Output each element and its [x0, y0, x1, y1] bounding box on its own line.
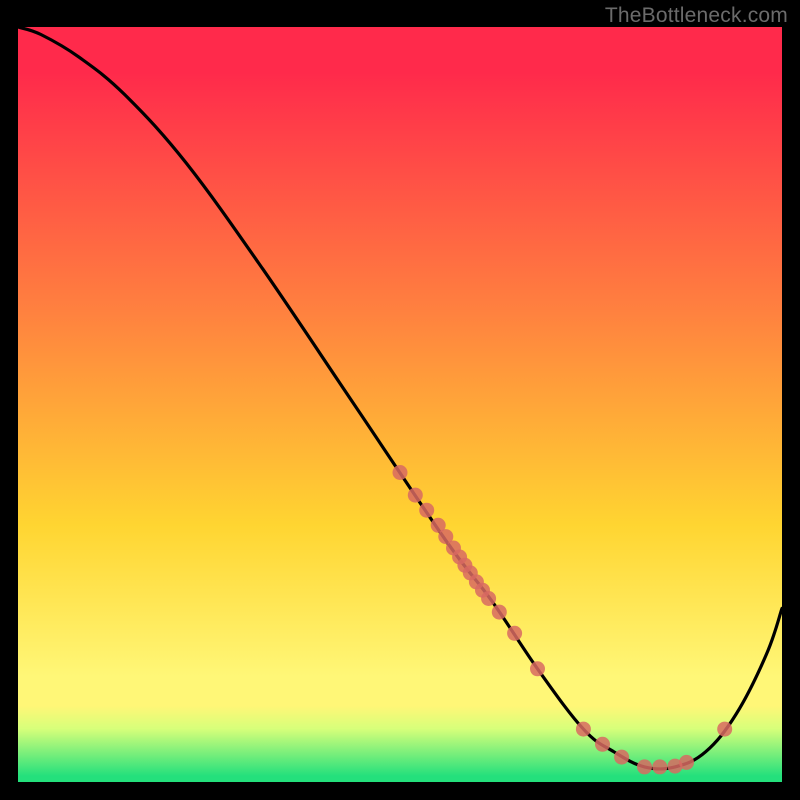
sample-dot: [530, 661, 545, 676]
sample-dot: [408, 488, 423, 503]
sample-dot: [614, 750, 629, 765]
sample-dot: [481, 591, 496, 606]
plot-area: [18, 27, 782, 782]
sample-dot: [507, 626, 522, 641]
curve-path: [18, 27, 782, 769]
sample-dot: [492, 605, 507, 620]
sample-dot: [637, 759, 652, 774]
sample-dot: [393, 465, 408, 480]
watermark-text: TheBottleneck.com: [605, 4, 788, 28]
sample-dot: [717, 722, 732, 737]
sample-dot: [652, 759, 667, 774]
sample-dot: [679, 755, 694, 770]
chart-stage: TheBottleneck.com: [0, 0, 800, 800]
sample-dot: [595, 737, 610, 752]
sample-dot: [576, 722, 591, 737]
bottleneck-curve: [18, 27, 782, 782]
sample-dot: [419, 503, 434, 518]
